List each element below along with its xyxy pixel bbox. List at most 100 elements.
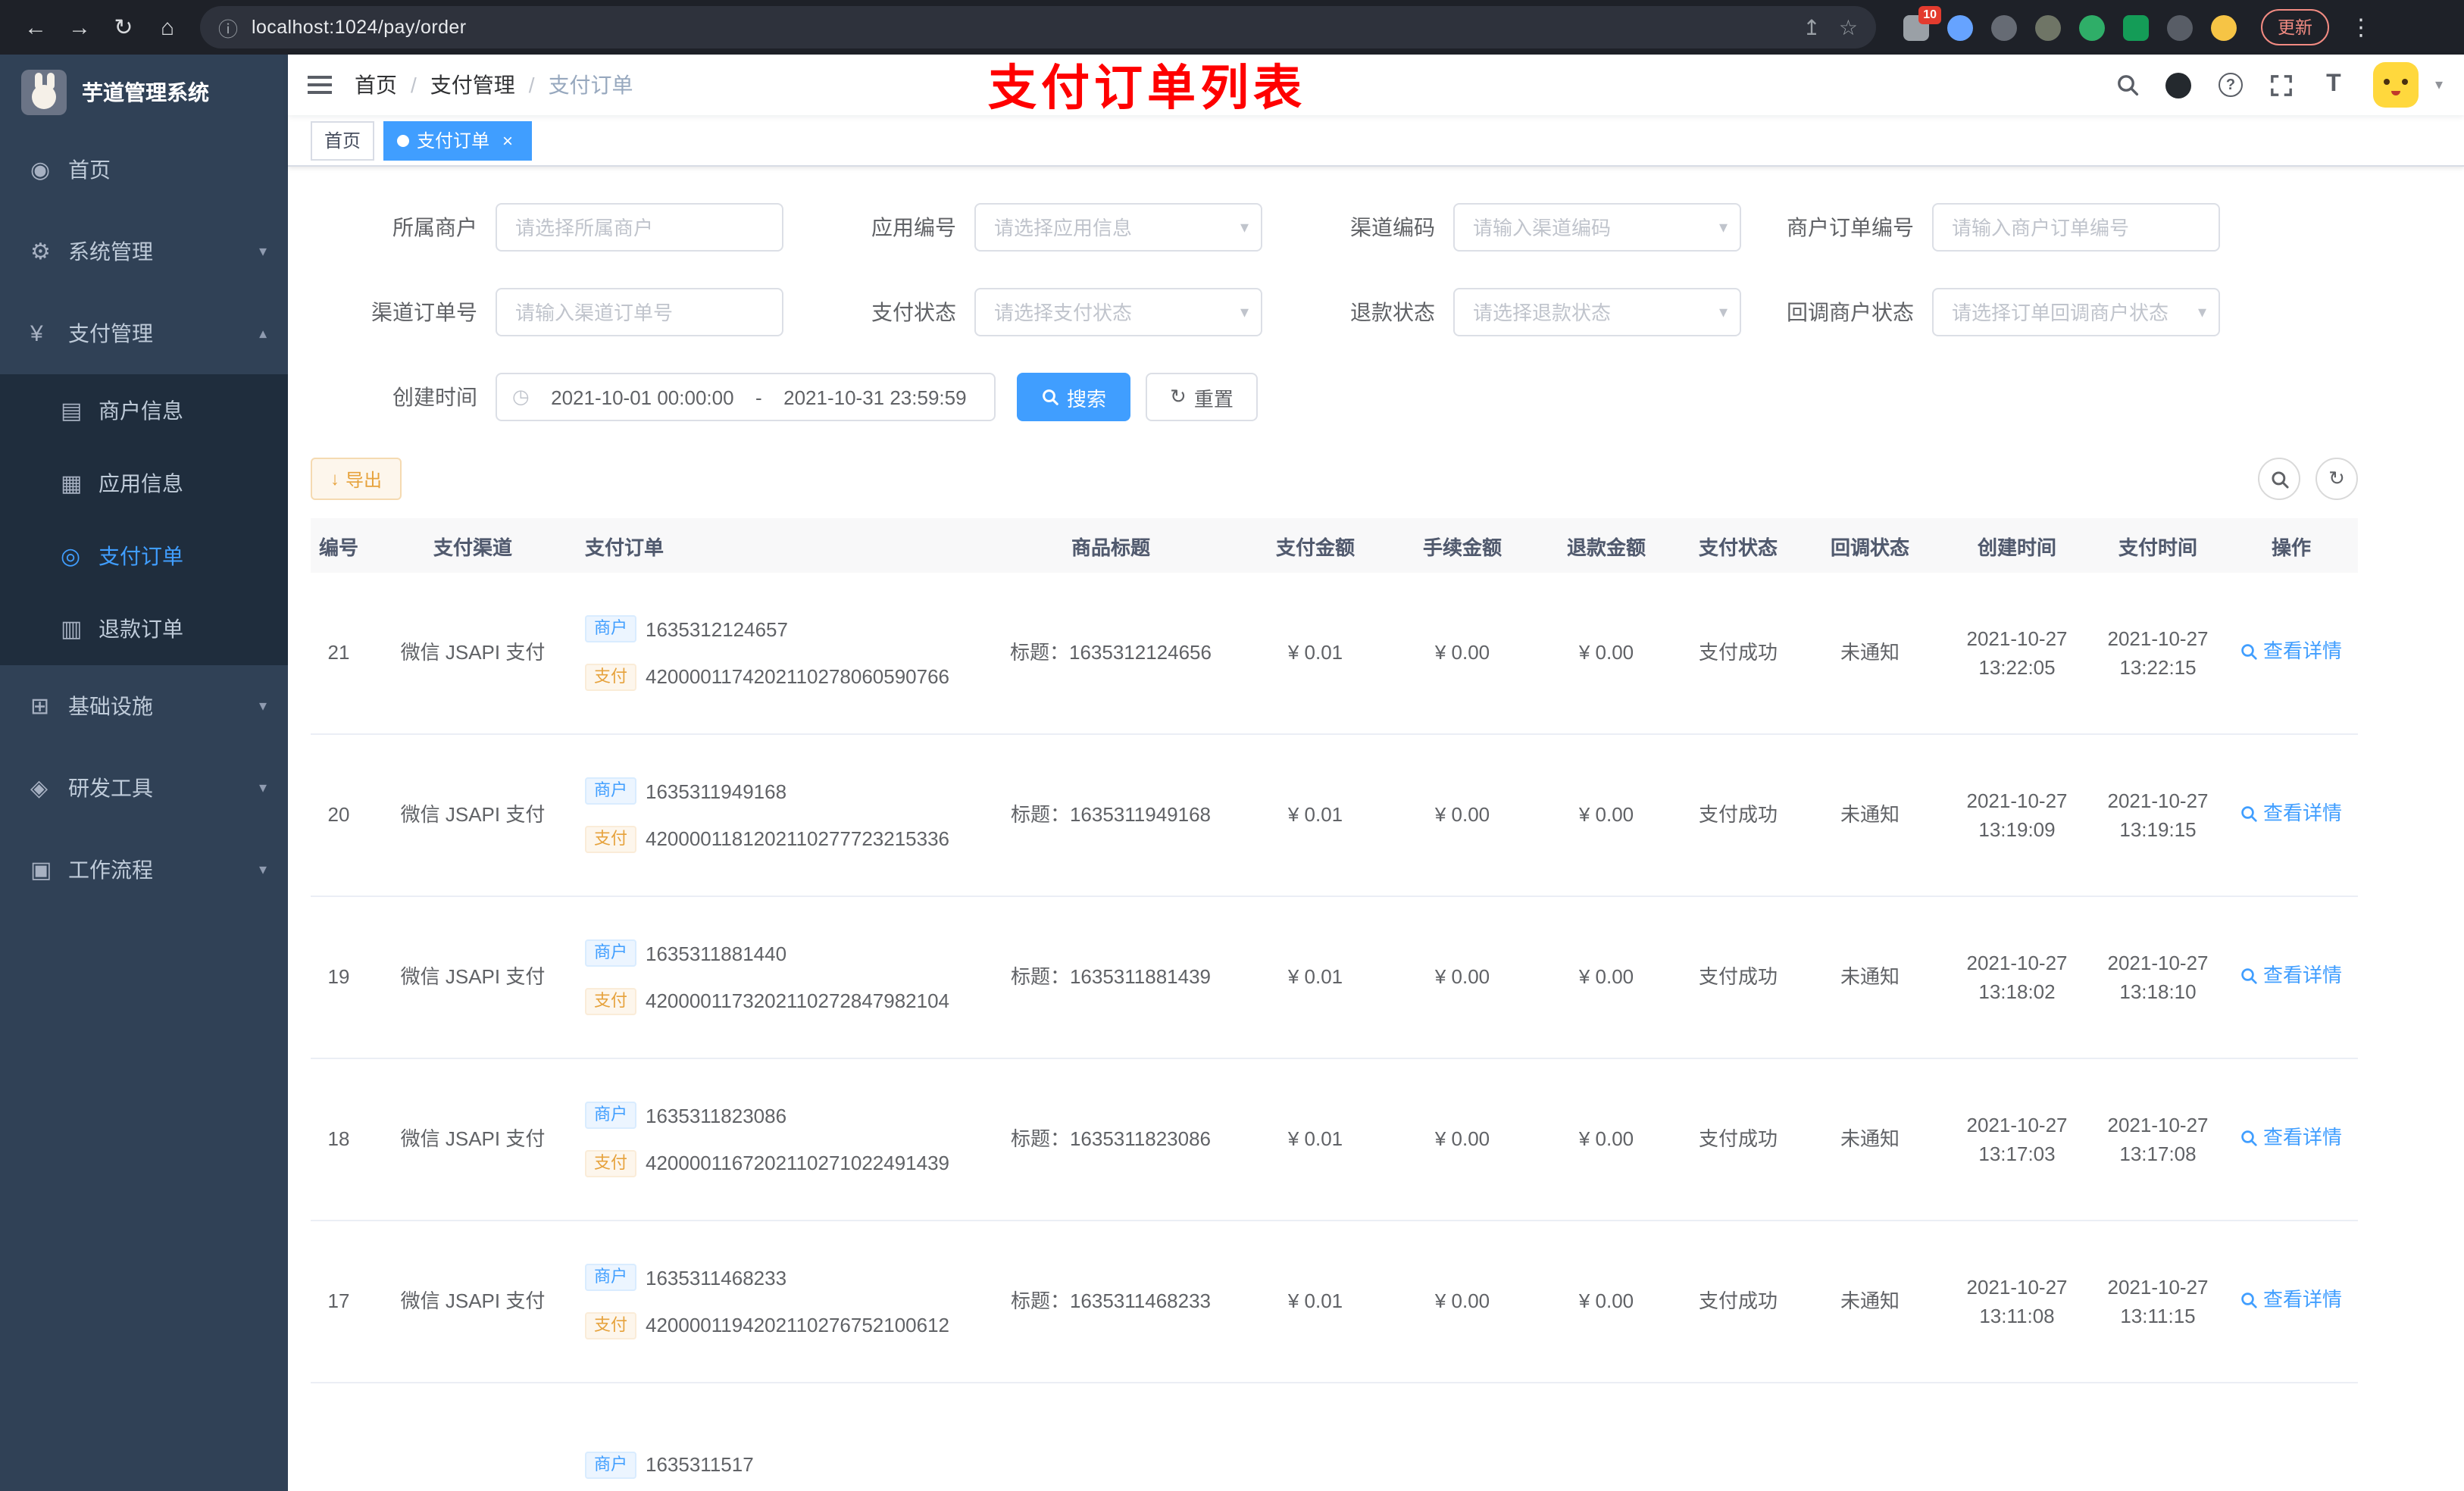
extension-green-square-icon[interactable]	[2123, 14, 2149, 40]
table-row[interactable]: 18 微信 JSAPI 支付 商户 1635311823086 支付 42000…	[311, 1059, 2358, 1221]
view-detail-link[interactable]: 查看详情	[2240, 1286, 2342, 1315]
extension-gray-icon[interactable]	[1991, 14, 2017, 40]
filter-input[interactable]	[496, 203, 783, 252]
column-header: 回调状态	[1830, 536, 1909, 558]
refresh-table-button[interactable]: ↻	[2315, 458, 2358, 500]
profile-avatar-icon[interactable]	[2211, 14, 2237, 40]
table-row[interactable]: 21 微信 JSAPI 支付 商户 1635312124657 支付 42000…	[311, 573, 2358, 735]
breadcrumb: 首页 / 支付管理 / 支付订单	[355, 70, 633, 100]
filter-input[interactable]	[1932, 288, 2220, 336]
sidebar-item-infrastructure[interactable]: ⊞ 基础设施 ▾	[0, 665, 288, 747]
browser-menu-icon[interactable]: ⋮	[2347, 14, 2375, 41]
bookmark-star-icon[interactable]: ☆	[1839, 14, 1858, 40]
sidebar-item-system[interactable]: ⚙ 系统管理 ▾	[0, 211, 288, 292]
view-detail-link[interactable]: 查看详情	[2240, 637, 2342, 667]
cell-refund: ¥ 0.00	[1578, 803, 1634, 827]
breadcrumb-item[interactable]: 首页	[355, 70, 397, 100]
reset-button[interactable]: ↻ 重置	[1146, 373, 1258, 421]
date-range-picker[interactable]: ◷ 2021-10-01 00:00:00 - 2021-10-31 23:59…	[496, 373, 996, 421]
cell-channel: 微信 JSAPI 支付	[400, 1127, 546, 1151]
tag-view-tab[interactable]: 支付订单 ×	[383, 120, 533, 160]
app-logo-row[interactable]: 芋道管理系统	[0, 55, 288, 129]
extension-pin-icon[interactable]	[2167, 14, 2193, 40]
view-detail-link[interactable]: 查看详情	[2240, 1124, 2342, 1153]
cell-paid-time: 2021-10-27 13:22:15	[2107, 627, 2209, 679]
date-end-value[interactable]: 2021-10-31 23:59:59	[771, 386, 979, 408]
share-icon[interactable]: ↥	[1803, 14, 1820, 40]
filter-row: 渠道订单号 支付状态 ▾ 退款状态 ▾ 回调商户状态 ▾	[311, 288, 2441, 336]
sidebar-item-refund-order[interactable]: ▥ 退款订单	[0, 592, 288, 665]
sidebar-item-pay-order[interactable]: ◎ 支付订单	[0, 520, 288, 592]
address-bar[interactable]: ⓘ localhost:1024/pay/order ↥ ☆	[200, 6, 1876, 48]
extensions-puzzle-icon[interactable]: 10	[1903, 5, 1941, 40]
search-icon[interactable]	[2109, 67, 2146, 103]
sidebar-toggle-icon[interactable]	[288, 55, 352, 115]
sidebar-item-home[interactable]: ◉ 首页	[0, 129, 288, 211]
column-header: 编号	[318, 536, 358, 558]
site-info-icon[interactable]: ⓘ	[218, 13, 238, 42]
sidebar-item-dev-tools[interactable]: ◈ 研发工具 ▾	[0, 747, 288, 829]
sidebar-item-label: 工作流程	[68, 858, 153, 882]
filter-label: 回调商户状态	[1787, 300, 1914, 324]
table-toolbar: ↓ 导出 ↻	[311, 458, 2441, 500]
cell-pay-order: 商户 1635311468233 支付 42000011942021102767…	[579, 1263, 982, 1340]
merchant-tag: 商户	[585, 1264, 636, 1292]
browser-forward-button[interactable]: →	[59, 7, 100, 48]
table-row[interactable]: 商户 1635311517	[311, 1383, 2358, 1491]
clock-icon: ◷	[512, 385, 530, 408]
filter-input[interactable]	[974, 288, 1262, 336]
table-row[interactable]: 19 微信 JSAPI 支付 商户 1635311881440 支付 42000…	[311, 897, 2358, 1059]
pay-tag: 支付	[585, 1311, 636, 1339]
sidebar-item-pay[interactable]: ¥ 支付管理 ▾	[0, 292, 288, 374]
browser-update-button[interactable]: 更新	[2261, 9, 2329, 45]
table-row[interactable]: 17 微信 JSAPI 支付 商户 1635311468233 支付 42000…	[311, 1221, 2358, 1383]
fullscreen-icon[interactable]	[2264, 67, 2300, 103]
font-size-icon[interactable]: T	[2315, 67, 2352, 103]
help-icon[interactable]: ?	[2212, 67, 2249, 103]
merchant-card-icon: ▤	[61, 399, 83, 424]
sidebar-item-workflow[interactable]: ▣ 工作流程 ▾	[0, 829, 288, 911]
sidebar-item-app-info[interactable]: ▦ 应用信息	[0, 447, 288, 520]
export-button[interactable]: ↓ 导出	[311, 458, 402, 500]
filter-input[interactable]	[1932, 203, 2220, 252]
cell-pay-order: 商户 1635311881440 支付 42000011732021102728…	[579, 939, 982, 1016]
sidebar-item-merchant-info[interactable]: ▤ 商户信息	[0, 374, 288, 447]
filter-input[interactable]	[1453, 203, 1741, 252]
chevron-down-icon: ▾	[258, 861, 267, 878]
column-header: 手续金额	[1422, 536, 1502, 558]
toggle-search-button[interactable]	[2258, 458, 2300, 500]
close-icon[interactable]: ×	[497, 130, 518, 151]
merchant-order-no: 1635311468233	[646, 1266, 787, 1289]
browser-home-button[interactable]: ⌂	[147, 7, 188, 48]
filter-input[interactable]	[1453, 288, 1741, 336]
channel-order-no: 4200001174202110278060590766	[646, 665, 950, 688]
breadcrumb-item[interactable]: 支付管理	[430, 70, 515, 100]
filter-label: 渠道订单号	[371, 300, 477, 324]
dashboard-icon: ◉	[30, 158, 51, 183]
create-time-field: 创建时间 ◷ 2021-10-01 00:00:00 - 2021-10-31 …	[311, 373, 996, 421]
filter-label: 支付状态	[871, 300, 956, 324]
dev-tools-icon: ◈	[30, 776, 48, 802]
refresh-icon: ↻	[1170, 385, 1187, 408]
extension-blue-icon[interactable]	[1947, 14, 1973, 40]
breadcrumb-item: 支付订单	[548, 73, 633, 97]
avatar[interactable]	[2372, 62, 2419, 108]
view-detail-link[interactable]: 查看详情	[2240, 799, 2342, 829]
filter-input[interactable]	[974, 203, 1262, 252]
tag-view-tab[interactable]: 首页	[311, 120, 375, 160]
browser-reload-button[interactable]: ↻	[103, 7, 144, 48]
view-detail-link[interactable]: 查看详情	[2240, 961, 2342, 991]
cell-action: 查看详情	[2225, 1286, 2358, 1318]
github-icon[interactable]	[2161, 67, 2197, 103]
extension-olive-icon[interactable]	[2035, 14, 2061, 40]
table-row[interactable]: 20 微信 JSAPI 支付 商户 1635311949168 支付 42000…	[311, 735, 2358, 897]
search-button[interactable]: 搜索	[1017, 373, 1131, 421]
date-start-value[interactable]: 2021-10-01 00:00:00	[539, 386, 746, 408]
sidebar-item-label: 研发工具	[68, 776, 153, 800]
chevron-down-icon: ▾	[258, 243, 267, 260]
browser-back-button[interactable]: ←	[15, 7, 56, 48]
caret-down-icon[interactable]: ▾	[2435, 77, 2443, 93]
extension-green-circle-icon[interactable]	[2079, 14, 2105, 40]
column-header: 支付订单	[585, 536, 664, 558]
filter-input[interactable]	[496, 288, 783, 336]
